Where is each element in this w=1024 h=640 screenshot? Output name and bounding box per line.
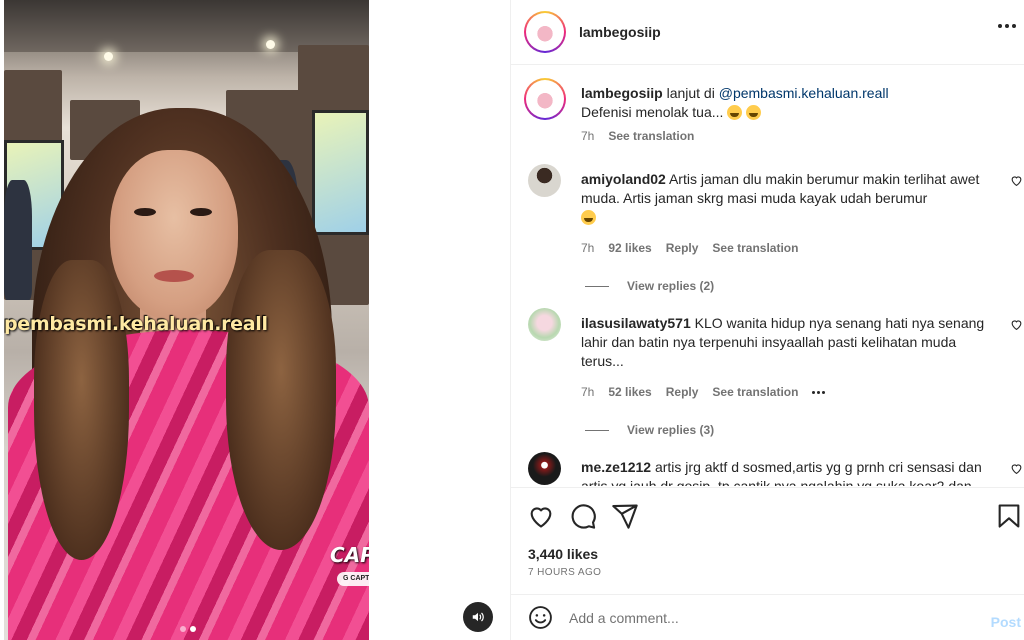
ceiling-light [266,40,275,49]
view-replies-button[interactable]: View replies (3) [585,423,1024,437]
carousel-dot-active[interactable] [190,626,196,632]
avatar[interactable] [528,452,561,485]
comment-item: ilasusilawaty571 KLO wanita hidup nya se… [511,300,1024,444]
avatar[interactable] [528,308,561,341]
see-translation-link[interactable]: See translation [712,385,798,399]
share-icon[interactable] [611,502,639,530]
view-replies-button[interactable]: View replies (2) [585,279,1024,293]
post-caption: lambegosiip lanjut di @pembasmi.kehaluan… [511,66,1024,156]
post-comment-button[interactable]: Post [991,614,1021,630]
post-author-username[interactable]: lambegosiip [579,24,661,40]
eye [190,208,212,216]
post-header: lambegosiip [511,0,1024,65]
replies-divider [585,285,609,287]
caption-text-line2: Defenisi menolak tua... [581,104,724,120]
like-comment-heart-icon[interactable] [1010,462,1023,475]
grinning-squint-emoji-icon [746,105,762,120]
carousel-dot[interactable] [180,626,186,632]
comment-username[interactable]: amiyoland02 [581,171,666,187]
view-replies-label: View replies (3) [627,423,715,437]
bookmark-icon[interactable] [995,502,1023,530]
add-comment-bar: Post [511,594,1024,640]
woman-hair [226,250,336,550]
comment-item: me.ze1212 artis jrg aktf d sosmed,artis … [511,444,1024,486]
sound-toggle-button[interactable] [463,602,493,632]
caption-time: 7h [581,129,595,143]
comment-item: amiyoland02 Artis jaman dlu makin berumu… [511,156,1024,300]
comment-time: 7h [581,385,595,399]
reply-button[interactable]: Reply [666,241,699,255]
comments-list[interactable]: lambegosiip lanjut di @pembasmi.kehaluan… [511,66,1024,486]
media-overlay-text: pembasmi.kehaluan.reall [4,313,268,335]
caption-username[interactable]: lambegosiip [581,85,663,101]
laughing-emoji-icon [581,210,596,225]
post-like-count[interactable]: 3,440 likes [528,546,598,562]
carousel-indicator [180,626,196,632]
more-options-icon[interactable] [998,24,1016,28]
lips [154,270,194,282]
post-media[interactable]: pembasmi.kehaluan.reall CAPTAIN77 G CAPT… [4,0,369,640]
speaker-icon [472,612,484,622]
background-person [4,180,32,300]
comment-username[interactable]: me.ze1212 [581,459,651,475]
woman-face [110,150,238,320]
avatar[interactable] [524,78,566,120]
post-detail-panel: lambegosiip lambegosiip lanjut di @pemba… [510,0,1024,640]
comment-username[interactable]: ilasusilawaty571 [581,315,691,331]
emoji-picker-icon[interactable] [528,605,553,630]
media-letterbox [369,0,510,640]
reply-button[interactable]: Reply [666,385,699,399]
woman-hair [34,260,129,560]
comment-icon[interactable] [569,502,597,530]
caption-text: lanjut di [666,85,715,101]
comment-options-icon[interactable] [812,390,826,394]
display-screen [312,110,369,235]
avatar[interactable] [524,11,566,53]
comment-time: 7h [581,241,595,255]
watermark-logo: CAPTAIN77 [330,543,369,567]
heart-icon[interactable] [527,502,555,530]
post-timestamp: 7 HOURS AGO [528,567,602,578]
add-comment-input[interactable] [569,609,949,626]
view-replies-label: View replies (2) [627,279,715,293]
see-translation-link[interactable]: See translation [712,241,798,255]
eye [134,208,156,216]
avatar[interactable] [528,164,561,197]
caption-mention-link[interactable]: @pembasmi.kehaluan.reall [719,85,889,101]
ceiling-light [104,52,113,61]
see-translation-link[interactable]: See translation [608,129,694,143]
comment-likes[interactable]: 92 likes [608,241,651,255]
post-action-bar [511,487,1024,542]
replies-divider [585,429,609,431]
like-comment-heart-icon[interactable] [1010,318,1023,331]
like-comment-heart-icon[interactable] [1010,174,1023,187]
grinning-squint-emoji-icon [727,105,743,120]
comment-likes[interactable]: 52 likes [608,385,651,399]
watermark-sub: G CAPTAIN77 [337,572,369,586]
